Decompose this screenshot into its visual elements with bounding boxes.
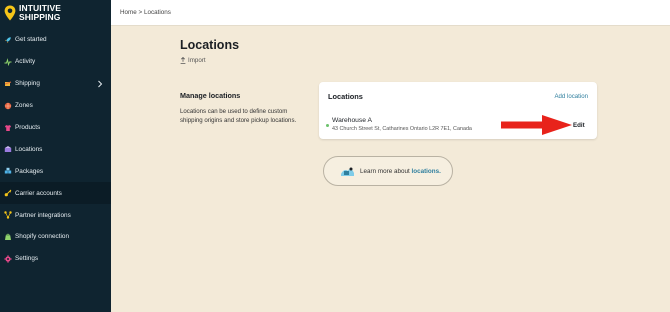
import-label: Import: [188, 57, 206, 64]
rocket-icon: [5, 37, 11, 43]
sidebar-item-label: Products: [15, 124, 41, 131]
sidebar: INTUITIVE SHIPPING Get started Activity …: [0, 0, 111, 312]
zones-icon: [4, 102, 12, 109]
sidebar-item-label: Zones: [15, 102, 33, 110]
learn-more-prefix: Learn more about: [360, 167, 410, 175]
manage-locations-title: Manage locations: [180, 91, 241, 100]
location-pin-icon: [4, 5, 16, 20]
learn-more-text: Learn more about locations.: [360, 168, 441, 175]
import-button[interactable]: Import: [180, 57, 206, 64]
sidebar-item-settings[interactable]: Settings: [0, 248, 111, 270]
sidebar-item-shopify-connection[interactable]: Shopify connection: [0, 226, 111, 248]
sidebar-item-packages[interactable]: Packages: [0, 160, 111, 182]
learn-more-link[interactable]: locations.: [411, 168, 440, 175]
card-title: Locations: [328, 92, 363, 101]
sidebar-item-shipping[interactable]: Shipping: [0, 73, 111, 95]
breadcrumb-home[interactable]: Home: [120, 9, 137, 16]
activity-icon: [4, 57, 12, 66]
sidebar-item-label: Partner integrations: [15, 211, 71, 219]
sidebar-item-label: Packages: [15, 167, 44, 175]
sidebar-item-locations[interactable]: Locations: [0, 138, 111, 160]
add-location-link[interactable]: Add location: [554, 93, 588, 100]
brand-line-2: SHIPPING: [19, 11, 61, 22]
manage-locations-description: Locations can be used to define custom s…: [180, 108, 297, 124]
shipping-icon: [4, 81, 12, 86]
red-arrow-annotation: [501, 115, 572, 135]
edit-location-button[interactable]: Edit: [573, 122, 585, 129]
sidebar-item-label: Get started: [15, 36, 47, 44]
breadcrumb-separator: >: [138, 9, 143, 16]
sidebar-item-partner-integrations[interactable]: Partner integrations: [0, 204, 111, 226]
learn-more-button[interactable]: Learn more about locations.: [323, 156, 453, 186]
location-name: Warehouse A: [332, 117, 372, 124]
breadcrumb-current: Locations: [143, 9, 171, 16]
products-icon: [5, 124, 11, 131]
gear-icon: [4, 255, 12, 263]
sidebar-item-label: Activity: [15, 58, 36, 66]
chevron-right-icon: [98, 80, 103, 88]
location-address: 43 Church Street St, Catharines Ontario …: [332, 126, 472, 132]
sidebar-nav: Get started Activity Shipping Zones Prod…: [0, 29, 111, 270]
packages-icon: [4, 168, 12, 174]
brand-logo[interactable]: INTUITIVE SHIPPING: [4, 4, 61, 21]
sidebar-item-label: Shopify connection: [15, 233, 70, 241]
location-status-dot: [326, 124, 329, 127]
sidebar-item-get-started[interactable]: Get started: [0, 29, 111, 51]
top-bar: Home > Locations: [111, 0, 670, 26]
breadcrumb: Home > Locations: [120, 9, 171, 16]
sidebar-item-label: Settings: [15, 255, 39, 263]
upload-icon: [180, 57, 186, 64]
sidebar-item-label: Locations: [15, 145, 43, 153]
page-title: Locations: [180, 38, 240, 52]
sidebar-item-carrier-accounts[interactable]: Carrier accounts: [0, 182, 111, 205]
learn-more-illustration-icon: [341, 167, 354, 176]
sidebar-item-activity[interactable]: Activity: [0, 51, 111, 73]
sidebar-item-label: Shipping: [15, 80, 40, 88]
sidebar-item-zones[interactable]: Zones: [0, 95, 111, 117]
sidebar-item-products[interactable]: Products: [0, 117, 111, 139]
locations-icon: [4, 146, 12, 153]
sidebar-item-label: Carrier accounts: [15, 189, 62, 197]
integrations-icon: [4, 211, 12, 219]
key-icon: [4, 189, 12, 197]
shopify-icon: [5, 233, 11, 240]
brand-name: INTUITIVE SHIPPING: [19, 4, 61, 21]
